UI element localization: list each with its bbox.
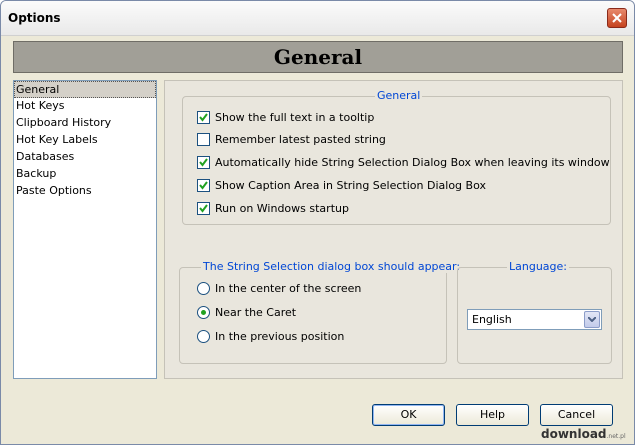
- category-item-paste-options[interactable]: Paste Options: [14, 183, 156, 200]
- language-group-title: Language:: [507, 260, 569, 273]
- chevron-down-icon: [588, 317, 596, 322]
- options-window: Options General General Hot Keys Clipboa…: [0, 0, 635, 445]
- checkbox[interactable]: [197, 179, 210, 192]
- ok-button[interactable]: OK: [372, 404, 445, 426]
- close-icon: [612, 13, 622, 23]
- checkmark-icon: [199, 181, 208, 190]
- checkbox-label: Remember latest pasted string: [215, 133, 386, 146]
- watermark-suffix: .net.pl: [606, 433, 626, 440]
- radio-label: In the center of the screen: [215, 282, 362, 295]
- radio-button[interactable]: [197, 282, 210, 295]
- section-header-title: General: [273, 45, 363, 69]
- close-button[interactable]: [607, 8, 627, 28]
- settings-panel: General Show the full text in a tooltip …: [164, 80, 623, 379]
- radio-label: Near the Caret: [215, 306, 297, 319]
- help-button[interactable]: Help: [456, 404, 529, 426]
- dropdown-button[interactable]: [584, 311, 600, 328]
- title-bar[interactable]: Options: [1, 1, 634, 36]
- checkbox-label: Show Caption Area in String Selection Di…: [215, 179, 486, 192]
- radio-button[interactable]: [197, 306, 210, 319]
- position-group-title: The String Selection dialog box should a…: [201, 260, 463, 273]
- language-select-value: English: [472, 313, 512, 326]
- category-item-databases[interactable]: Databases: [14, 149, 156, 166]
- checkbox[interactable]: [197, 133, 210, 146]
- checkbox[interactable]: [197, 202, 210, 215]
- section-header: General: [13, 41, 623, 73]
- radio-button[interactable]: [197, 330, 210, 343]
- category-item-clipboard-history[interactable]: Clipboard History: [14, 115, 156, 132]
- general-group: General Show the full text in a tooltip …: [182, 89, 611, 225]
- position-group: The String Selection dialog box should a…: [179, 260, 463, 364]
- checkbox-label: Show the full text in a tooltip: [215, 111, 375, 124]
- category-item-hot-key-labels[interactable]: Hot Key Labels: [14, 132, 156, 149]
- checkbox-label: Automatically hide String Selection Dial…: [215, 156, 610, 169]
- category-item-general[interactable]: General: [14, 81, 156, 98]
- checkmark-icon: [199, 158, 208, 167]
- language-select[interactable]: English: [467, 309, 602, 330]
- checkmark-icon: [199, 113, 208, 122]
- cancel-button[interactable]: Cancel: [540, 404, 613, 426]
- category-item-hot-keys[interactable]: Hot Keys: [14, 98, 156, 115]
- checkbox[interactable]: [197, 156, 210, 169]
- radio-label: In the previous position: [215, 330, 345, 343]
- general-group-title: General: [375, 89, 423, 102]
- watermark-text: download: [541, 427, 607, 441]
- radio-selected-dot: [201, 310, 206, 315]
- checkbox-label: Run on Windows startup: [215, 202, 349, 215]
- window-title: Options: [8, 11, 61, 25]
- category-list[interactable]: General Hot Keys Clipboard History Hot K…: [13, 80, 157, 379]
- checkmark-icon: [199, 204, 208, 213]
- checkbox[interactable]: [197, 111, 210, 124]
- download-watermark: download.net.pl: [541, 426, 633, 442]
- category-item-backup[interactable]: Backup: [14, 166, 156, 183]
